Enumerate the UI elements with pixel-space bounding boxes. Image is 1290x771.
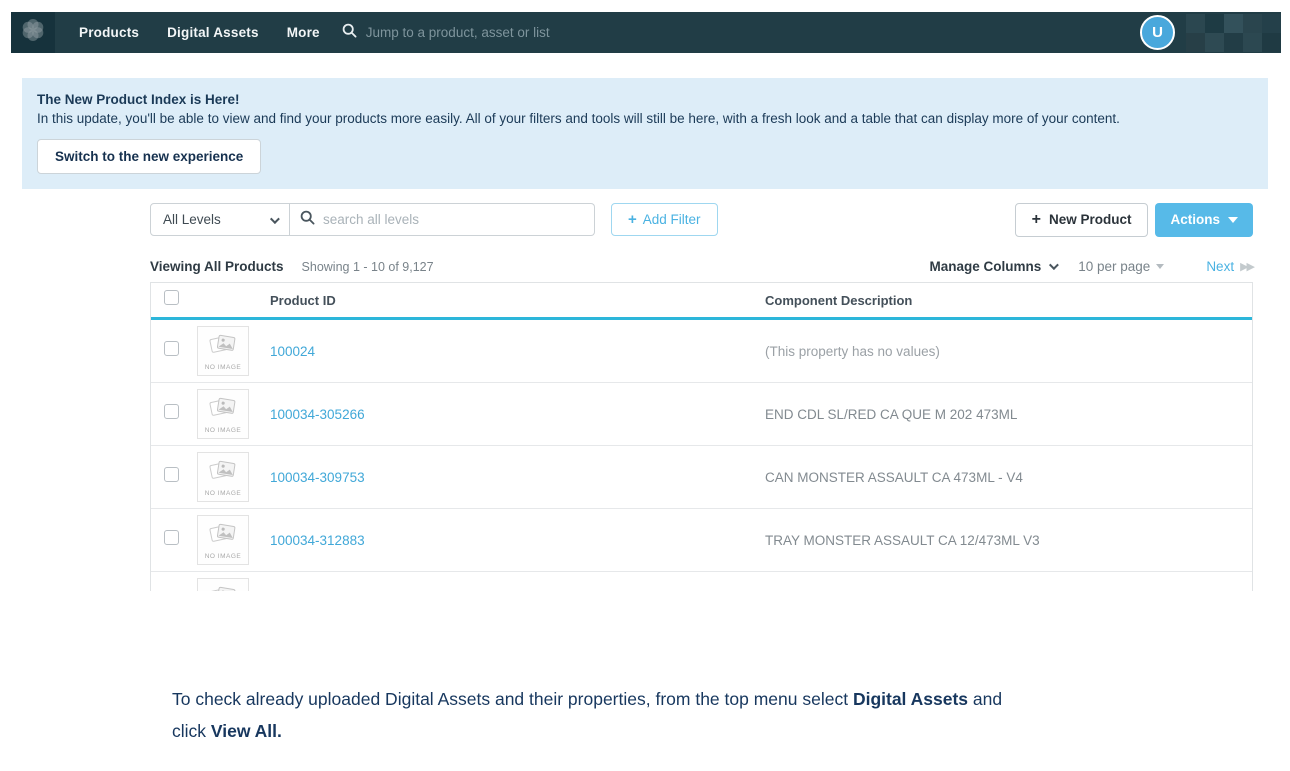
row-checkbox[interactable] — [164, 530, 179, 545]
list-meta-controls: Manage Columns 10 per page Next ▶▶ — [929, 259, 1253, 274]
navbar-right: U — [1140, 12, 1281, 53]
new-index-banner: The New Product Index is Here! In this u… — [22, 78, 1268, 189]
manage-columns-button[interactable]: Manage Columns — [929, 259, 1056, 274]
manage-columns-label: Manage Columns — [929, 259, 1041, 274]
navbar-menu: ProductsDigital AssetsMore — [65, 12, 334, 53]
next-page-button[interactable]: Next ▶▶ — [1206, 259, 1253, 274]
no-image-icon — [208, 395, 238, 426]
chevron-down-icon — [1228, 217, 1238, 223]
per-page-value: 10 per page — [1078, 259, 1150, 274]
table-row: NO IMAGE — [151, 572, 1252, 591]
no-image-placeholder: NO IMAGE — [197, 326, 249, 376]
app-logo[interactable] — [11, 12, 55, 53]
table-header-row: Product ID Component Description — [151, 283, 1252, 320]
user-avatar[interactable]: U — [1140, 15, 1175, 50]
search-icon — [342, 23, 357, 43]
no-image-placeholder: NO IMAGE — [197, 389, 249, 439]
column-header-description[interactable]: Component Description — [765, 293, 1252, 308]
no-image-icon — [208, 521, 238, 552]
viewing-label: Viewing All Products — [150, 259, 284, 274]
plus-icon: + — [1032, 211, 1041, 229]
chevron-down-icon — [1156, 264, 1164, 269]
no-image-label: NO IMAGE — [205, 553, 242, 560]
instruction-bold-text: View All. — [211, 721, 282, 741]
no-image-icon — [208, 584, 238, 592]
product-id-link[interactable]: 100034-309753 — [270, 470, 365, 485]
redacted-username — [1186, 14, 1281, 52]
row-checkbox[interactable] — [164, 467, 179, 482]
table-row: NO IMAGE 100034-312883 TRAY MONSTER ASSA… — [151, 509, 1252, 572]
actions-label: Actions — [1170, 212, 1220, 227]
table-row: NO IMAGE 100034-309753 CAN MONSTER ASSAU… — [151, 446, 1252, 509]
product-id-link[interactable]: 100034-305266 — [270, 407, 365, 422]
component-description: TRAY MONSTER ASSAULT CA 12/473ML V3 — [765, 533, 1252, 548]
level-filter-value: All Levels — [163, 212, 221, 227]
instruction-bold-text: Digital Assets — [853, 689, 968, 709]
product-index-content: All Levels + Add Filter + New Product — [150, 203, 1253, 591]
component-description: CAN MONSTER ASSAULT CA 473ML - V4 — [765, 470, 1252, 485]
no-image-label: NO IMAGE — [205, 490, 242, 497]
actions-button[interactable]: Actions — [1155, 203, 1253, 237]
component-description: END CDL SL/RED CA QUE M 202 473ML — [765, 407, 1252, 422]
global-search — [342, 23, 1140, 43]
column-header-product-id[interactable]: Product ID — [270, 293, 765, 308]
table-row: NO IMAGE 100034-305266 END CDL SL/RED CA… — [151, 383, 1252, 446]
nav-item-products[interactable]: Products — [65, 12, 153, 53]
toolbar-actions: + New Product Actions — [1015, 203, 1253, 237]
plus-icon: + — [628, 211, 637, 228]
no-image-placeholder: NO IMAGE — [197, 578, 249, 591]
chevron-down-icon — [1049, 260, 1059, 270]
per-page-select[interactable]: 10 per page — [1078, 259, 1164, 274]
new-product-button[interactable]: + New Product — [1015, 203, 1149, 237]
products-table: Product ID Component Description — [150, 282, 1253, 591]
chevron-down-icon — [270, 212, 277, 227]
select-all-checkbox[interactable] — [164, 290, 179, 305]
no-image-placeholder: NO IMAGE — [197, 515, 249, 565]
add-filter-label: Add Filter — [643, 212, 701, 227]
no-image-label: NO IMAGE — [205, 364, 242, 371]
level-search-box — [290, 203, 595, 236]
no-image-icon — [208, 458, 238, 489]
no-image-icon — [208, 332, 238, 363]
no-image-placeholder: NO IMAGE — [197, 452, 249, 502]
level-search-input[interactable] — [323, 212, 584, 227]
no-image-label: NO IMAGE — [205, 427, 242, 434]
filter-toolbar: All Levels + Add Filter + New Product — [150, 203, 1253, 236]
list-meta-row: Viewing All Products Showing 1 - 10 of 9… — [150, 259, 1253, 274]
nav-item-more[interactable]: More — [273, 12, 334, 53]
product-id-link[interactable]: 100034-312883 — [270, 533, 365, 548]
component-description: (This property has no values) — [765, 344, 1252, 359]
table-body: NO IMAGE 100024 (This property has no va… — [151, 320, 1252, 591]
banner-title: The New Product Index is Here! — [37, 92, 1253, 107]
salsify-flower-icon — [18, 15, 48, 50]
product-id-link[interactable]: 100024 — [270, 344, 315, 359]
instruction-text: To check already uploaded Digital Assets… — [172, 683, 1132, 747]
instruction-plain-text: and — [968, 689, 1002, 709]
switch-experience-button[interactable]: Switch to the new experience — [37, 139, 261, 174]
level-filter-select[interactable]: All Levels — [150, 203, 290, 236]
global-search-input[interactable] — [366, 25, 706, 40]
next-label: Next — [1206, 259, 1234, 274]
top-navbar: ProductsDigital AssetsMore U — [11, 12, 1281, 53]
add-filter-button[interactable]: + Add Filter — [611, 203, 718, 236]
table-row: NO IMAGE 100024 (This property has no va… — [151, 320, 1252, 383]
row-checkbox[interactable] — [164, 404, 179, 419]
search-icon — [300, 210, 315, 230]
next-double-arrow-icon: ▶▶ — [1240, 260, 1253, 273]
nav-item-digital-assets[interactable]: Digital Assets — [153, 12, 273, 53]
new-product-label: New Product — [1049, 212, 1132, 227]
banner-body: In this update, you'll be able to view a… — [37, 111, 1253, 126]
showing-count: Showing 1 - 10 of 9,127 — [302, 260, 434, 274]
row-checkbox[interactable] — [164, 341, 179, 356]
instruction-plain-text: click — [172, 721, 211, 741]
instruction-plain-text: To check already uploaded Digital Assets… — [172, 689, 853, 709]
